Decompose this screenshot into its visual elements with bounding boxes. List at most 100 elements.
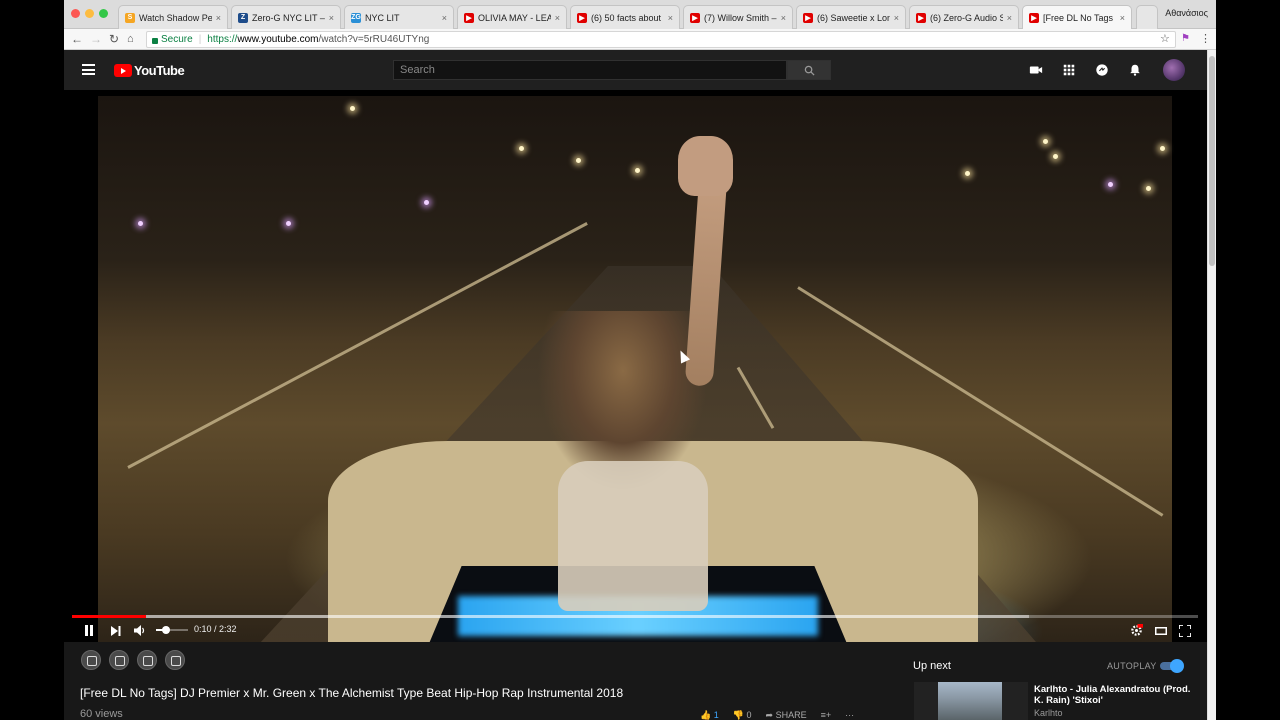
video-scene-light (965, 171, 970, 176)
new-tab-button[interactable] (1136, 5, 1158, 29)
video-title: [Free DL No Tags] DJ Premier x Mr. Green… (80, 686, 624, 700)
more-actions-icon[interactable]: ··· (845, 710, 854, 720)
video-frame[interactable] (98, 96, 1172, 642)
autoplay-label: AUTOPLAY (1107, 661, 1157, 671)
zg-favicon-icon: Z (238, 12, 248, 23)
secure-label: Secure (161, 34, 193, 45)
maximize-window-button[interactable] (99, 9, 108, 18)
autoplay-toggle[interactable] (1158, 659, 1184, 673)
browser-tab[interactable]: ▶ [Free DL No Tags × (1022, 5, 1132, 29)
url-scheme: https:// (207, 34, 238, 45)
browser-tab[interactable]: ▶ OLIVIA MAY - LEAV × (457, 5, 567, 29)
close-tab-icon[interactable]: × (1007, 13, 1012, 23)
browser-tab[interactable]: ▶ (6) Zero-G Audio S × (909, 5, 1019, 29)
youtube-favicon-icon: ▶ (916, 12, 926, 23)
share-label: SHARE (775, 710, 807, 720)
browser-tab[interactable]: Z Zero-G NYC LIT – × (231, 5, 341, 29)
url-host: www.youtube.com (237, 34, 319, 45)
eye-extension-icon[interactable] (81, 650, 101, 670)
close-tab-icon[interactable]: × (668, 13, 673, 23)
forward-arrow-icon[interactable]: → (90, 32, 102, 46)
browser-tab[interactable]: ▶ (7) Willow Smith – × (683, 5, 793, 29)
fullscreen-icon[interactable] (1179, 625, 1191, 637)
share-arrow-icon: ➦ (765, 710, 774, 720)
thumbs-down-icon: 👎 (732, 710, 744, 720)
reload-icon[interactable]: ↻ (109, 32, 119, 46)
close-tab-icon[interactable]: × (1120, 13, 1125, 23)
back-arrow-icon[interactable]: ← (71, 32, 83, 46)
browser-tab[interactable]: ▶ (6) 50 facts about × (570, 5, 680, 29)
theater-mode-icon[interactable] (1155, 627, 1167, 635)
picture-in-picture-extension-icon[interactable] (137, 650, 157, 670)
browser-window: S Watch Shadow Peo × Z Zero-G NYC LIT – × ZG N… (64, 0, 1216, 720)
pause-icon[interactable] (84, 625, 94, 636)
menu-icon[interactable] (82, 64, 95, 75)
up-next-heading: Up next (913, 660, 951, 672)
notifications-bell-icon[interactable] (1128, 63, 1142, 77)
search-icon (804, 65, 815, 76)
tab-title: (6) Zero-G Audio S (930, 12, 1003, 23)
video-scene-light (576, 158, 581, 163)
video-scene-light (424, 200, 429, 205)
close-tab-icon[interactable]: × (216, 13, 221, 23)
close-window-button[interactable] (71, 9, 80, 18)
close-tab-icon[interactable]: × (442, 13, 447, 23)
avatar[interactable] (1163, 59, 1185, 81)
youtube-logo[interactable]: YouTube (114, 63, 185, 78)
close-tab-icon[interactable]: × (781, 13, 786, 23)
share-button[interactable]: ➦ SHARE (766, 710, 807, 720)
page-scrollbar[interactable] (1207, 50, 1216, 720)
video-scene-light (635, 168, 640, 173)
right-letterbox (1216, 0, 1280, 720)
messages-icon[interactable] (1095, 63, 1109, 77)
recommendation-title[interactable]: Karlhto - Julia Alexandratou (Prod. K. R… (1034, 684, 1194, 706)
video-player[interactable]: 0:10 / 2:32 (64, 90, 1216, 642)
video-scene-light (286, 221, 291, 226)
address-bar[interactable]: Secure | https://www.youtube.com/watch?v… (146, 31, 1176, 48)
browser-tab[interactable]: S Watch Shadow Peo × (118, 5, 228, 29)
screenshot-extension-icon[interactable] (165, 650, 185, 670)
next-icon[interactable] (111, 626, 121, 636)
chrome-menu-icon[interactable]: ⋮ (1200, 32, 1211, 46)
video-scene-hand (678, 136, 733, 196)
settings-gear-icon[interactable] (1130, 624, 1143, 637)
profile-name[interactable]: Αθανάσιος (1165, 8, 1208, 18)
search-input[interactable]: Search (393, 60, 787, 80)
minimize-window-button[interactable] (85, 9, 94, 18)
scrollbar-thumb[interactable] (1209, 56, 1215, 266)
recommendation-channel[interactable]: Karlhto (1034, 708, 1063, 718)
browser-tab[interactable]: ▶ (6) Saweetie x Lon × (796, 5, 906, 29)
video-scene-light (1053, 154, 1058, 159)
home-icon[interactable]: ⌂ (127, 32, 134, 46)
like-button[interactable]: 👍 1 (700, 710, 719, 720)
youtube-favicon-icon: ▶ (464, 12, 474, 23)
dislike-button[interactable]: 👎 0 (733, 710, 752, 720)
youtube-favicon-icon: ▶ (803, 12, 813, 23)
dislike-count: 0 (746, 710, 752, 720)
volume-icon[interactable] (134, 625, 146, 636)
thumbs-up-icon: 👍 (700, 710, 712, 720)
monitor-extension-icon[interactable] (109, 650, 129, 670)
youtube-play-icon (114, 64, 132, 77)
browser-tab[interactable]: ZG NYC LIT × (344, 5, 454, 29)
video-actions: 👍 1 👎 0 ➦ SHARE ≡+ ··· (700, 710, 854, 720)
zg-favicon-icon: ZG (351, 12, 361, 23)
extension-icon[interactable]: ⚑ (1181, 32, 1190, 46)
url-text: https://www.youtube.com/watch?v=5rRU46UT… (207, 34, 429, 45)
recommendation-thumbnail[interactable] (914, 682, 1028, 720)
tab-title: [Free DL No Tags (1043, 12, 1114, 23)
create-video-icon[interactable] (1029, 63, 1043, 77)
close-tab-icon[interactable]: × (555, 13, 560, 23)
close-tab-icon[interactable]: × (329, 13, 334, 23)
autoplay-knob (1170, 659, 1184, 673)
volume-handle[interactable] (161, 626, 170, 634)
close-tab-icon[interactable]: × (894, 13, 899, 23)
bookmark-star-icon[interactable]: ☆ (1160, 32, 1170, 46)
video-scene-light (519, 146, 524, 151)
search-button[interactable] (787, 60, 831, 80)
apps-grid-icon[interactable] (1062, 63, 1076, 77)
tab-strip: S Watch Shadow Peo × Z Zero-G NYC LIT – × ZG N… (64, 0, 1216, 29)
add-to-playlist-icon[interactable]: ≡+ (821, 710, 832, 720)
volume-slider[interactable] (156, 629, 188, 631)
youtube-header: YouTube Search (64, 50, 1216, 90)
